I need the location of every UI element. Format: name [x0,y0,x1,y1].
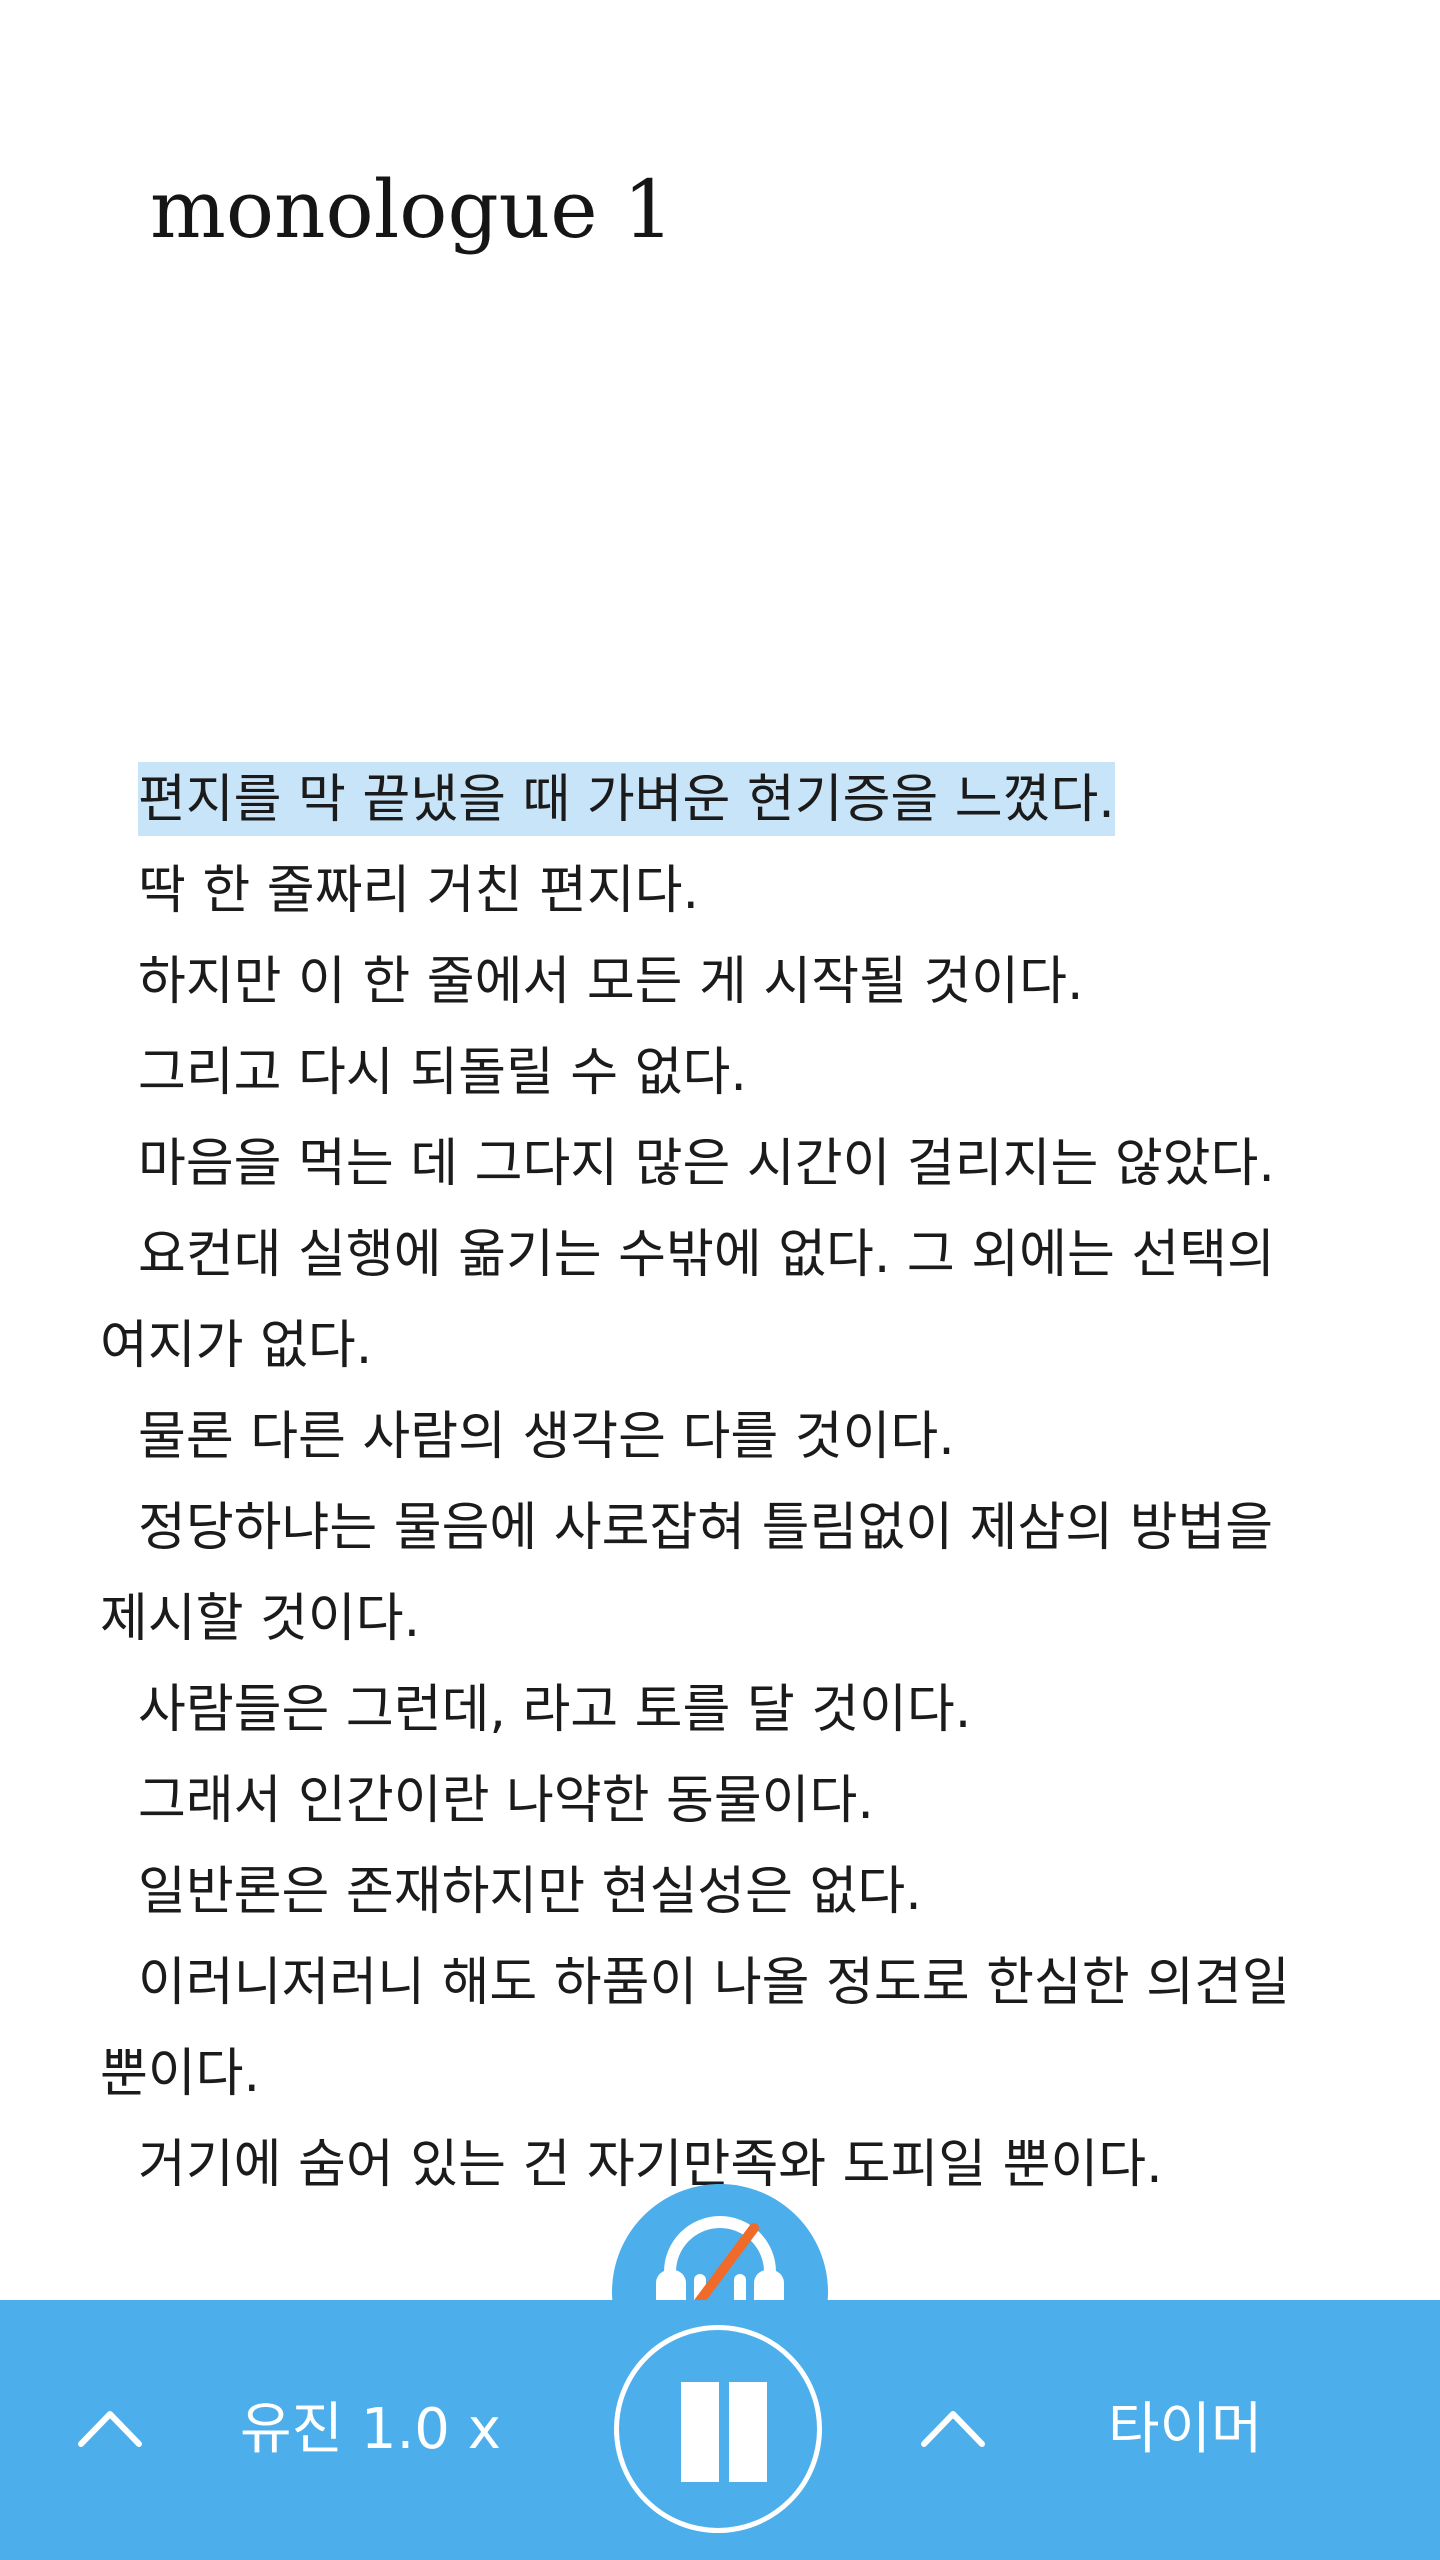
document-title: monologue 1 [150,163,674,256]
reading-text: 편지를 막 끝냈을 때 가벼운 현기증을 느꼈다. 딱 한 줄짜리 거친 편지다… [100,755,1340,2211]
paragraph[interactable]: 이러니저러니 해도 하품이 나올 정도로 한심한 의견일 뿐이다. [100,1938,1340,2120]
pause-icon [681,2382,719,2482]
pause-icon [729,2382,767,2482]
paragraph-current[interactable]: 편지를 막 끝냈을 때 가벼운 현기증을 느꼈다. [100,755,1340,846]
pause-button[interactable] [614,2325,822,2533]
chevron-up-icon[interactable] [75,2404,145,2450]
paragraph[interactable]: 딱 한 줄짜리 거친 편지다. [100,846,1340,937]
paragraph[interactable]: 사람들은 그런데, 라고 토를 달 것이다. [100,1665,1340,1756]
paragraph[interactable]: 요컨대 실행에 옮기는 수밖에 없다. 그 외에는 선택의 여지가 없다. [100,1210,1340,1392]
paragraph[interactable]: 그래서 인간이란 나약한 동물이다. [100,1756,1340,1847]
paragraph[interactable]: 하지만 이 한 줄에서 모든 게 시작될 것이다. [100,937,1340,1028]
voice-speed-button[interactable]: 유진 1.0 x [240,2392,501,2468]
paragraph[interactable]: 마음을 먹는 데 그다지 많은 시간이 걸리지는 않았다. [100,1119,1340,1210]
tts-highlight: 편지를 막 끝냈을 때 가벼운 현기증을 느꼈다. [138,762,1115,836]
paragraph[interactable]: 물론 다른 사람의 생각은 다를 것이다. [100,1392,1340,1483]
paragraph[interactable]: 일반론은 존재하지만 현실성은 없다. [100,1847,1340,1938]
chevron-up-icon[interactable] [918,2404,988,2450]
paragraph[interactable]: 그리고 다시 되돌릴 수 없다. [100,1028,1340,1119]
timer-button[interactable]: 타이머 [1108,2392,1263,2468]
paragraph[interactable]: 정당하냐는 물음에 사로잡혀 틀림없이 제삼의 방법을 제시할 것이다. [100,1483,1340,1665]
